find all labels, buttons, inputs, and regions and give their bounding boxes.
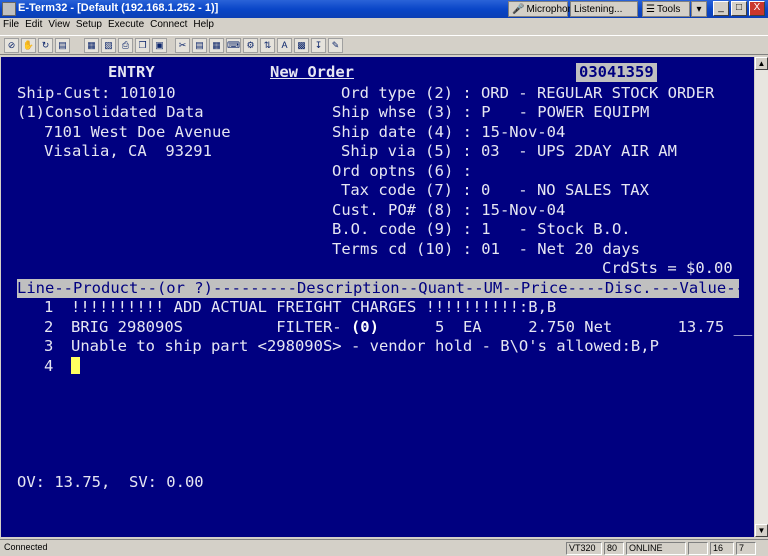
screen-title: New Order <box>270 63 354 81</box>
field-tax-code[interactable]: Tax code (7) : 0 - NO SALES TAX <box>341 181 649 200</box>
session-icon[interactable]: ▤ <box>55 38 70 53</box>
keyboard-icon[interactable]: ⌨ <box>226 38 241 53</box>
status-blank <box>688 542 708 555</box>
connection-status: Connected <box>4 542 48 552</box>
connect-icon[interactable]: ↻ <box>38 38 53 53</box>
field-terms-cd[interactable]: Terms cd (10) : 01 - Net 20 days <box>332 240 640 259</box>
status-bar: Connected VT320 80 ONLINE 16 7 <box>0 539 768 556</box>
tools-icon: ☰ <box>646 3 655 15</box>
text-cursor[interactable] <box>71 357 80 374</box>
print-icon[interactable]: ⎙ <box>118 38 133 53</box>
capture-icon[interactable]: ▤ <box>192 38 207 53</box>
listening-status[interactable]: Listening... <box>570 1 638 17</box>
field-ship-date[interactable]: Ship date (4) : 15-Nov-04 <box>332 123 565 142</box>
line-item-text[interactable]: !!!!!!!!!! ADD ACTUAL FREIGHT CHARGES !!… <box>71 298 556 317</box>
customer-name: (1)Consolidated Data <box>17 103 204 121</box>
settings-icon[interactable]: ⚙ <box>243 38 258 53</box>
menu-connect[interactable]: Connect <box>147 18 190 34</box>
menu-bar: File Edit View Setup Execute Connect Hel… <box>0 18 768 34</box>
window-icon[interactable]: ▩ <box>294 38 309 53</box>
column-mode: 80 <box>604 542 624 555</box>
tools-button[interactable]: ☰ Tools <box>642 1 690 17</box>
minimize-button[interactable]: _ <box>713 1 729 16</box>
microphone-icon: 🎤 <box>512 3 525 15</box>
line-number: 2 <box>44 318 54 336</box>
line-item-text[interactable]: Unable to ship part <298090S> - vendor h… <box>71 337 659 356</box>
disconnect-icon[interactable]: ⊘ <box>4 38 19 53</box>
line-number: 3 <box>44 337 54 355</box>
line-item-discount-highlight[interactable]: (0) <box>351 318 379 336</box>
order-totals: OV: 13.75, SV: 0.00 <box>17 473 204 491</box>
chevron-down-icon: ▾ <box>696 3 702 15</box>
online-status: ONLINE <box>626 542 686 555</box>
screen-mode: ENTRY <box>108 63 155 81</box>
ship-cust: Ship-Cust: 101010 <box>17 84 176 102</box>
transfer-icon[interactable]: ⇅ <box>260 38 275 53</box>
scroll-up-icon[interactable]: ▲ <box>755 57 768 70</box>
download-icon[interactable]: ↧ <box>311 38 326 53</box>
line-item-text[interactable]: BRIG 298090S FILTER- (0) 5 EA 2.750 Net … <box>71 318 752 337</box>
print-setup-icon[interactable]: ▧ <box>101 38 116 53</box>
microphone-button[interactable]: 🎤 Microphone <box>508 1 579 17</box>
line-number: 4 <box>44 357 54 375</box>
cursor-col: 7 <box>736 542 756 555</box>
maximize-button[interactable]: □ <box>731 1 747 16</box>
field-bo-code[interactable]: B.O. code (9) : 1 - Stock B.O. <box>332 220 631 239</box>
order-number: 03041359 <box>576 63 657 82</box>
field-cust-po[interactable]: Cust. PO# (8) : 15-Nov-04 <box>332 201 565 220</box>
paste-icon[interactable]: ▣ <box>152 38 167 53</box>
terminal-screen[interactable]: ENTRY New Order 03041359 Ship-Cust: 1010… <box>1 57 754 537</box>
font-icon[interactable]: A <box>277 38 292 53</box>
terminal-type: VT320 <box>566 542 602 555</box>
vertical-scrollbar[interactable]: ▲ ▼ <box>755 57 768 537</box>
field-ord-type[interactable]: Ord type (2) : ORD - REGULAR STOCK ORDER <box>341 84 714 103</box>
menu-view[interactable]: View <box>45 18 73 34</box>
copy-icon[interactable]: ❐ <box>135 38 150 53</box>
cut-icon[interactable]: ✂ <box>175 38 190 53</box>
title-bar: E-Term32 - [Default (192.168.1.252 - 1)]… <box>0 0 768 18</box>
spreadsheet-icon[interactable]: ▦ <box>209 38 224 53</box>
menu-execute[interactable]: Execute <box>105 18 147 34</box>
menu-edit[interactable]: Edit <box>22 18 45 34</box>
app-icon[interactable] <box>2 2 16 16</box>
customer-city: Visalia, CA 93291 <box>44 142 212 160</box>
scroll-down-icon[interactable]: ▼ <box>755 524 768 537</box>
menu-setup[interactable]: Setup <box>73 18 105 34</box>
close-button[interactable]: X <box>749 1 765 16</box>
cursor-row: 16 <box>710 542 734 555</box>
menu-file[interactable]: File <box>0 18 22 34</box>
line-number: 1 <box>44 298 54 316</box>
field-ship-via[interactable]: Ship via (5) : 03 - UPS 2DAY AIR AM <box>341 142 677 161</box>
hand-icon[interactable]: ✋ <box>21 38 36 53</box>
field-ord-optns[interactable]: Ord optns (6) : <box>332 162 472 181</box>
toolbar: ⊘ ✋ ↻ ▤ ▦ ▧ ⎙ ❐ ▣ ✂ ▤ ▦ ⌨ ⚙ ⇅ A ▩ ↧ ✎ <box>0 35 768 55</box>
window-title: E-Term32 - [Default (192.168.1.252 - 1)] <box>18 2 219 14</box>
menu-help[interactable]: Help <box>190 18 217 34</box>
line-column-header: Line--Product--(or ?)---------Descriptio… <box>17 279 739 298</box>
language-bar-options-button[interactable]: ▾ <box>691 1 707 17</box>
print-screen-icon[interactable]: ▦ <box>84 38 99 53</box>
customer-address: 7101 West Doe Avenue <box>44 123 231 141</box>
credit-status: CrdSts = $0.00 <box>602 259 733 277</box>
field-ship-whse[interactable]: Ship whse (3) : P - POWER EQUIPM <box>332 103 649 122</box>
edit-icon[interactable]: ✎ <box>328 38 343 53</box>
